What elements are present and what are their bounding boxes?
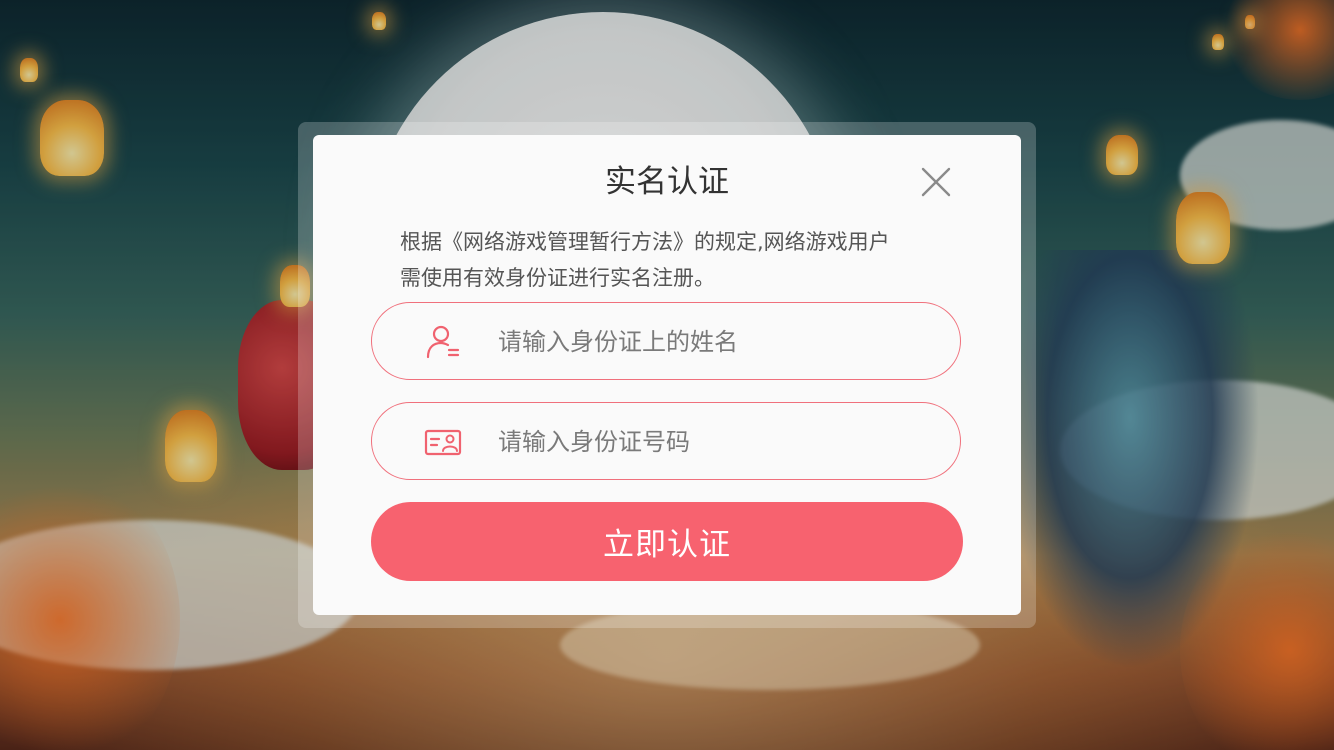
notice-line-2: 需使用有效身份证进行实名注册。 [400,266,715,290]
id-number-input[interactable] [496,403,930,480]
close-icon [921,167,951,197]
user-profile-icon [426,325,460,359]
dialog-title: 实名认证 [605,164,729,200]
verify-now-button[interactable]: 立即认证 [371,502,963,581]
name-field[interactable] [371,302,961,380]
id-number-field[interactable] [371,402,961,480]
notice-text: 根据《网络游戏管理暂行方法》的规定,网络游戏用户 需使用有效身份证进行实名注册。 [400,224,960,296]
close-button[interactable] [918,164,954,200]
notice-line-1: 根据《网络游戏管理暂行方法》的规定,网络游戏用户 [400,230,890,254]
name-input[interactable] [496,303,930,380]
id-card-icon [424,429,462,456]
